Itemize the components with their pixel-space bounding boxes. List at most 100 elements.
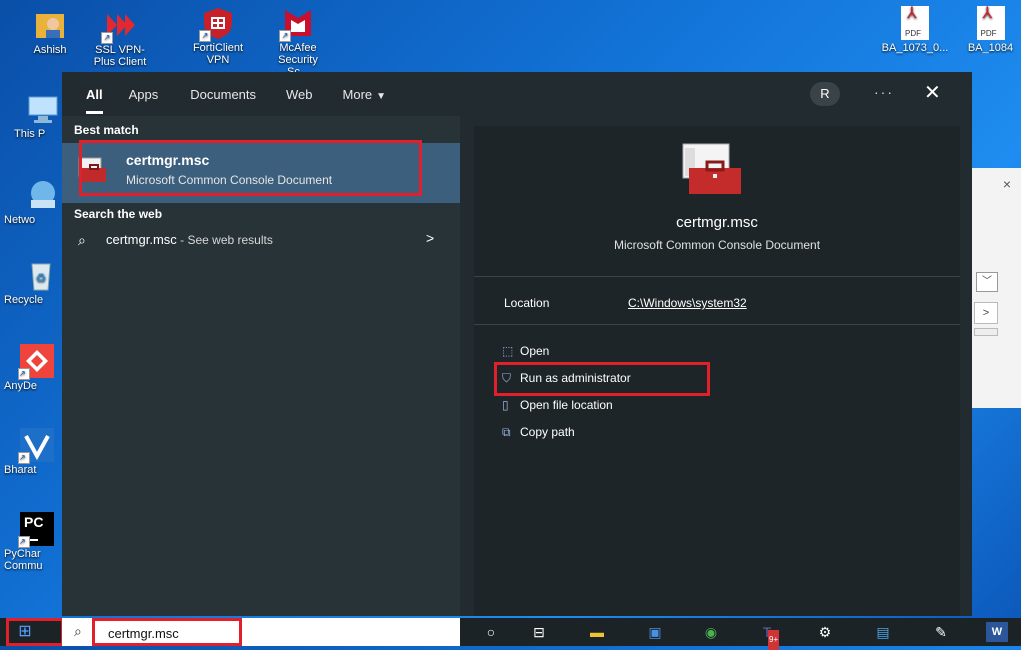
task-view-icon[interactable]: ⊟ xyxy=(528,622,550,642)
bharat-app-icon: ↗ xyxy=(18,428,54,464)
shortcut-arrow-icon: ↗ xyxy=(101,32,113,44)
app-icon[interactable]: ▤ xyxy=(872,622,894,642)
action-label: Open file location xyxy=(520,398,613,412)
chevron-down-icon[interactable]: ﹀ xyxy=(976,272,998,292)
anydesk-icon: ↗ xyxy=(18,344,54,380)
pycharm-badge: PC xyxy=(24,514,44,530)
copy-icon: ⧉ xyxy=(502,425,511,439)
desktop-icon-ashish[interactable]: Ashish xyxy=(18,8,82,56)
forticlient-shield-icon: ↗ xyxy=(199,6,235,42)
taskbar-search[interactable]: ⌕ xyxy=(62,618,460,646)
divider xyxy=(474,324,960,325)
user-folder-icon xyxy=(33,8,67,42)
recycle-bin-icon: ♻ xyxy=(24,258,58,292)
results-pane: Best match certmgr.msc Microsoft Common … xyxy=(62,116,460,616)
pdf-badge: PDF xyxy=(905,29,921,38)
desktop-icon-label: Netwo xyxy=(4,214,36,226)
chevron-right-icon[interactable]: > xyxy=(426,230,434,246)
action-open[interactable]: ⬚ Open xyxy=(502,344,549,358)
divider xyxy=(474,276,960,277)
desktop-icon-label: BA_1084 xyxy=(967,42,1014,54)
desktop-icon-forticlient[interactable]: ↗ FortiClient VPN xyxy=(186,6,250,66)
action-label: Copy path xyxy=(520,425,575,439)
highlight-box xyxy=(6,618,64,646)
shortcut-arrow-icon: ↗ xyxy=(18,452,30,464)
caret-down-icon: ▼ xyxy=(376,90,387,102)
desktop-icon-this-pc[interactable]: This P xyxy=(14,92,60,140)
action-label: Open xyxy=(520,344,550,358)
search-web-heading: Search the web xyxy=(74,207,163,221)
search-panel: All Apps Documents Web More ▼ R ··· ✕ Bes… xyxy=(62,72,972,616)
action-open-file-location[interactable]: ▯ Open file location xyxy=(502,398,613,412)
desktop-icon-label: This P xyxy=(14,128,46,140)
desktop-icon-recycle-bin[interactable]: ♻ Recycle xyxy=(4,258,60,306)
web-result-item[interactable]: ⌕ certmgr.msc - See web results > xyxy=(62,226,460,256)
shortcut-arrow-icon: ↗ xyxy=(18,536,30,548)
shortcut-arrow-icon: ↗ xyxy=(279,30,291,42)
web-result-text: certmgr.msc - See web results xyxy=(106,232,273,247)
paint-icon[interactable]: ✎ xyxy=(930,622,952,642)
desktop-icon-label: Recycle xyxy=(4,294,44,306)
desktop-icon-mcafee[interactable]: ↗ McAfee Security Sc... xyxy=(266,6,330,78)
pdf-file-icon: ⅄ PDF xyxy=(901,6,929,40)
taskbar: ⊞ ⌕ ○ ⊟ ▬ ▣ ◉ T9+ ⚙ ▤ ✎ W xyxy=(0,618,1021,650)
location-label: Location xyxy=(504,296,550,310)
computer-icon xyxy=(26,92,60,126)
open-icon: ⬚ xyxy=(502,344,514,358)
tab-all[interactable]: All xyxy=(86,83,103,114)
toolbox-icon xyxy=(679,142,743,196)
desktop-icon-network[interactable]: Netwo xyxy=(4,178,60,226)
desktop-icon-label: SSL VPN-Plus Client xyxy=(93,44,147,68)
shortcut-arrow-icon: ↗ xyxy=(199,30,211,42)
app-icon[interactable]: ▣ xyxy=(644,622,666,642)
scroll-bar[interactable] xyxy=(974,328,998,336)
close-icon[interactable]: × xyxy=(1003,176,1011,192)
web-result-query: certmgr.msc xyxy=(106,232,177,247)
settings-gear-icon[interactable]: ⚙ xyxy=(814,622,836,642)
desktop-icon-label: Bharat xyxy=(4,464,37,476)
tab-documents[interactable]: Documents xyxy=(190,83,256,106)
tab-more-label: More xyxy=(342,86,373,102)
desktop-icon-anydesk[interactable]: ↗ AnyDe xyxy=(4,344,60,392)
action-copy-path[interactable]: ⧉ Copy path xyxy=(502,425,575,440)
teams-badge: 9+ xyxy=(768,630,780,650)
search-icon: ⌕ xyxy=(74,623,82,639)
folder-icon: ▯ xyxy=(502,398,509,412)
desktop-icon-label: FortiClient VPN xyxy=(192,42,244,66)
pdf-file-icon: ⅄ PDF xyxy=(976,6,1005,40)
chrome-icon[interactable]: ◉ xyxy=(700,622,722,642)
mcafee-icon: ↗ xyxy=(279,6,315,42)
pdf-badge: PDF xyxy=(980,29,997,38)
pycharm-icon: PC ↗ xyxy=(18,512,54,548)
avatar[interactable]: R xyxy=(810,82,840,106)
more-options-icon[interactable]: ··· xyxy=(874,84,894,100)
detail-title: certmgr.msc xyxy=(676,214,758,231)
detail-subtitle: Microsoft Common Console Document xyxy=(613,238,821,252)
tab-web[interactable]: Web xyxy=(286,83,313,106)
desktop-icon-bharat[interactable]: ↗ Bharat xyxy=(4,428,60,476)
detail-pane: certmgr.msc Microsoft Common Console Doc… xyxy=(474,126,960,616)
desktop-icon-pdf-1084[interactable]: ⅄ PDF BA_1084 xyxy=(960,6,1021,54)
file-explorer-icon[interactable]: ▬ xyxy=(586,622,608,642)
desktop-icon-label: AnyDe xyxy=(4,380,38,392)
web-result-suffix: - See web results xyxy=(176,233,273,247)
word-icon[interactable]: W xyxy=(986,622,1008,642)
best-match-heading: Best match xyxy=(74,123,139,137)
network-icon xyxy=(26,178,60,212)
svg-text:♻: ♻ xyxy=(36,271,47,285)
cortana-icon[interactable]: ○ xyxy=(480,622,502,642)
highlight-box xyxy=(92,618,242,646)
teams-icon[interactable]: T 9+ xyxy=(756,622,780,650)
tab-more[interactable]: More ▼ xyxy=(343,83,387,106)
highlight-box xyxy=(494,362,710,396)
desktop-icon-label: Ashish xyxy=(33,44,67,56)
tab-apps[interactable]: Apps xyxy=(129,83,159,106)
next-button[interactable]: > xyxy=(974,302,998,324)
desktop-icon-pdf-1073[interactable]: ⅄ PDF BA_1073_0... xyxy=(878,6,952,55)
search-icon: ⌕ xyxy=(78,232,86,248)
close-icon[interactable]: ✕ xyxy=(924,80,941,105)
desktop-icon-pycharm[interactable]: PC ↗ PyChar Commu xyxy=(4,512,60,572)
desktop-icon-ssl-vpn[interactable]: ↗ SSL VPN-Plus Client xyxy=(88,8,152,68)
location-link[interactable]: C:\Windows\system32 xyxy=(628,296,747,310)
desktop-icon-label: BA_1073_0... xyxy=(881,42,949,54)
